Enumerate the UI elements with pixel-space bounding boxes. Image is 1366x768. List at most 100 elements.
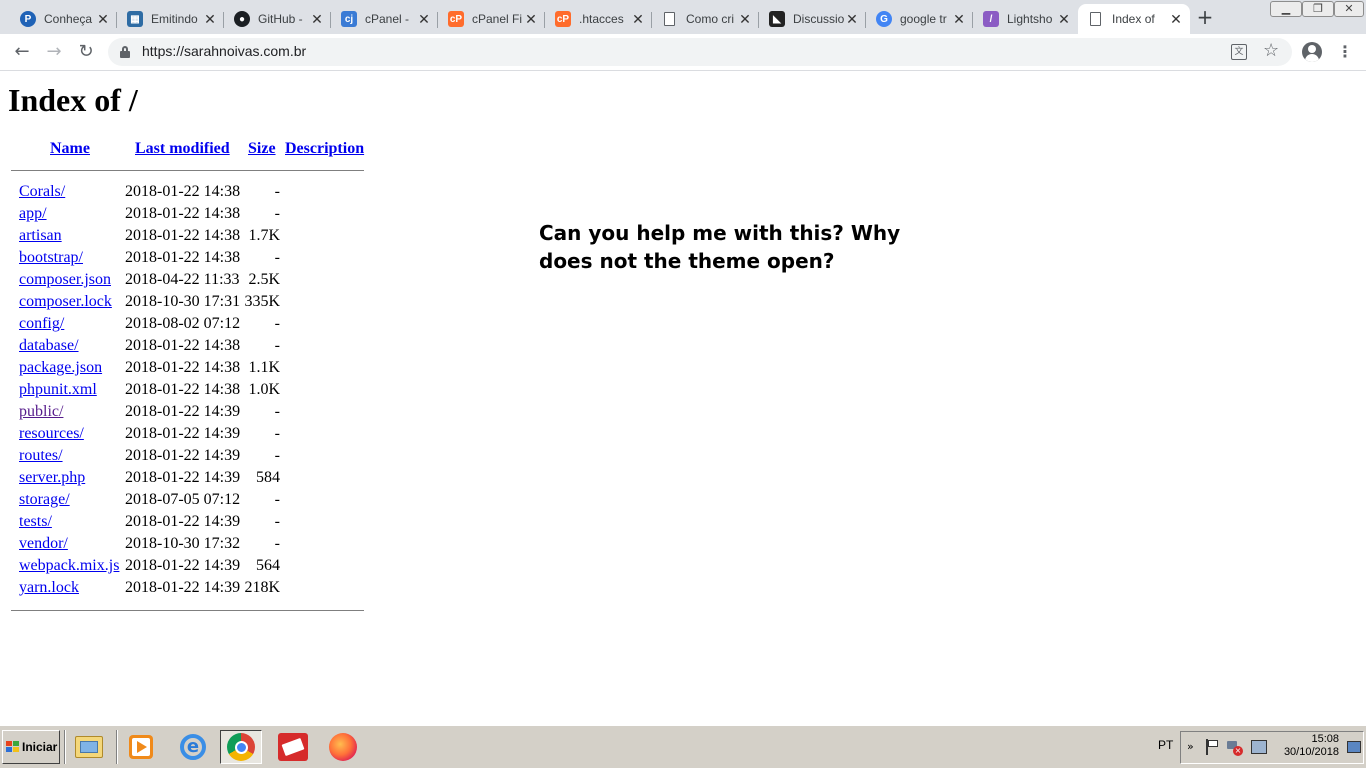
table-row: composer.json 2018-04-22 11:33 2.5K xyxy=(8,269,368,291)
table-row: package.json 2018-01-22 14:38 1.1K xyxy=(8,357,368,379)
translate-icon[interactable]: 文 xyxy=(1231,44,1247,60)
url-text[interactable]: https://sarahnoivas.com.br xyxy=(142,43,306,59)
close-tab-icon[interactable]: ✕ xyxy=(523,11,539,27)
close-tab-icon[interactable]: ✕ xyxy=(737,11,753,27)
browser-tab[interactable]: P Conheça ✕ xyxy=(10,4,117,34)
column-header-size[interactable]: Size xyxy=(248,140,276,158)
minimize-button[interactable]: ▁ xyxy=(1270,1,1302,17)
file-modified: 2018-01-22 14:38 xyxy=(125,249,241,266)
tab-title: google tr xyxy=(900,12,947,26)
browser-tab[interactable]: cP .htacces ✕ xyxy=(545,4,652,34)
close-window-button[interactable]: ✕ xyxy=(1334,1,1364,17)
chrome-taskbar-icon[interactable] xyxy=(220,730,262,764)
file-link[interactable]: config/ xyxy=(19,313,64,335)
browser-tab[interactable]: Index of ✕ xyxy=(1078,4,1190,34)
file-link[interactable]: package.json xyxy=(19,357,102,379)
file-link[interactable]: database/ xyxy=(19,335,79,357)
display-icon[interactable] xyxy=(1251,740,1267,754)
tab-title: Discussio xyxy=(793,12,844,26)
reload-button[interactable]: ↻ xyxy=(74,41,98,63)
back-button[interactable]: ← xyxy=(10,41,34,63)
table-row: server.php 2018-01-22 14:39 584 xyxy=(8,467,368,489)
tab-title: Index of xyxy=(1112,12,1155,26)
file-link[interactable]: storage/ xyxy=(19,489,70,511)
browser-tab[interactable]: ◣ Discussio ✕ xyxy=(759,4,866,34)
app-taskbar-icon[interactable] xyxy=(272,730,314,764)
start-button[interactable]: Iniciar xyxy=(2,730,60,764)
maximize-button[interactable]: ❐ xyxy=(1302,1,1334,17)
file-link[interactable]: routes/ xyxy=(19,445,63,467)
internet-explorer-icon[interactable]: e xyxy=(172,730,214,764)
address-bar[interactable]: https://sarahnoivas.com.br 文 ☆ xyxy=(108,38,1292,66)
file-link[interactable]: artisan xyxy=(19,225,62,247)
close-tab-icon[interactable]: ✕ xyxy=(416,11,432,27)
close-tab-icon[interactable]: ✕ xyxy=(309,11,325,27)
browser-tab[interactable]: ● GitHub - ✕ xyxy=(224,4,331,34)
file-size: - xyxy=(274,249,280,266)
file-size: 1.1K xyxy=(248,359,280,376)
clock[interactable]: 15:08 30/10/2018 xyxy=(1277,733,1339,759)
file-modified: 2018-07-05 07:12 xyxy=(125,491,241,508)
browser-tab[interactable]: Ggoogle tr ✕ xyxy=(866,4,973,34)
file-modified: 2018-01-22 14:39 xyxy=(125,557,241,574)
file-link[interactable]: server.php xyxy=(19,467,85,489)
firefox-icon[interactable] xyxy=(322,730,364,764)
tab-title: GitHub - xyxy=(258,12,303,26)
browser-tab[interactable]: cP cPanel Fi ✕ xyxy=(438,4,545,34)
file-link[interactable]: public/ xyxy=(19,401,63,423)
forward-button[interactable]: → xyxy=(42,41,66,63)
browser-tab[interactable]: ▦ Emitindo ✕ xyxy=(117,4,224,34)
show-desktop-icon[interactable] xyxy=(1347,741,1361,753)
close-tab-icon[interactable]: ✕ xyxy=(95,11,111,27)
page-icon xyxy=(1090,12,1101,26)
profile-icon[interactable] xyxy=(1302,42,1322,62)
file-link[interactable]: tests/ xyxy=(19,511,52,533)
network-disconnected-icon[interactable]: × xyxy=(1227,739,1243,756)
file-modified: 2018-01-22 14:38 xyxy=(125,359,241,376)
file-link[interactable]: Corals/ xyxy=(19,181,65,203)
media-player-icon[interactable] xyxy=(120,730,162,764)
file-link[interactable]: vendor/ xyxy=(19,533,68,555)
column-header-description[interactable]: Description xyxy=(285,140,364,158)
show-hidden-icons-icon[interactable]: » xyxy=(1187,740,1194,753)
menu-kebab-icon[interactable]: ⋮ xyxy=(1337,40,1353,64)
close-tab-icon[interactable]: ✕ xyxy=(844,11,860,27)
file-link[interactable]: composer.lock xyxy=(19,291,112,313)
new-tab-button[interactable]: + xyxy=(1196,7,1214,27)
browser-tab[interactable]: / Lightsho ✕ xyxy=(973,4,1078,34)
taskbar-separator xyxy=(116,730,118,764)
browser-tab[interactable]: Como cri ✕ xyxy=(652,4,759,34)
file-explorer-icon[interactable] xyxy=(68,730,110,764)
bookmark-star-icon[interactable]: ☆ xyxy=(1263,40,1279,61)
table-row: bootstrap/2018-01-22 14:38 - xyxy=(8,247,368,269)
table-row: routes/2018-01-22 14:39 - xyxy=(8,445,368,467)
taskbar-separator xyxy=(64,730,66,764)
close-tab-icon[interactable]: ✕ xyxy=(1168,11,1184,27)
file-link[interactable]: composer.json xyxy=(19,269,111,291)
column-header-last-modified[interactable]: Last modified xyxy=(135,140,230,158)
file-link[interactable]: app/ xyxy=(19,203,47,225)
close-tab-icon[interactable]: ✕ xyxy=(951,11,967,27)
table-row: composer.lock 2018-10-30 17:31 335K xyxy=(8,291,368,313)
file-link[interactable]: webpack.mix.js xyxy=(19,555,119,577)
close-tab-icon[interactable]: ✕ xyxy=(1056,11,1072,27)
file-modified: 2018-01-22 14:39 xyxy=(125,513,241,530)
file-modified: 2018-01-22 14:38 xyxy=(125,183,241,200)
lock-icon xyxy=(120,46,130,58)
tab-title: cPanel Fi xyxy=(472,12,523,26)
close-tab-icon[interactable]: ✕ xyxy=(630,11,646,27)
file-link[interactable]: bootstrap/ xyxy=(19,247,83,269)
language-indicator[interactable]: PT xyxy=(1158,738,1173,752)
column-header-name[interactable]: Name xyxy=(50,140,90,158)
file-modified: 2018-01-22 14:38 xyxy=(125,205,241,222)
browser-tab[interactable]: cj cPanel - ✕ xyxy=(331,4,438,34)
file-link[interactable]: resources/ xyxy=(19,423,84,445)
action-center-flag-icon[interactable] xyxy=(1205,739,1219,755)
file-size: - xyxy=(274,337,280,354)
browser-toolbar: ← → ↻ https://sarahnoivas.com.br 文 ☆ ⋮ xyxy=(0,34,1366,71)
close-tab-icon[interactable]: ✕ xyxy=(202,11,218,27)
file-modified: 2018-01-22 14:39 xyxy=(125,579,241,596)
file-link[interactable]: phpunit.xml xyxy=(19,379,97,401)
file-link[interactable]: yarn.lock xyxy=(19,577,79,599)
question-annotation: Can you help me with this? Why does not … xyxy=(539,221,901,273)
